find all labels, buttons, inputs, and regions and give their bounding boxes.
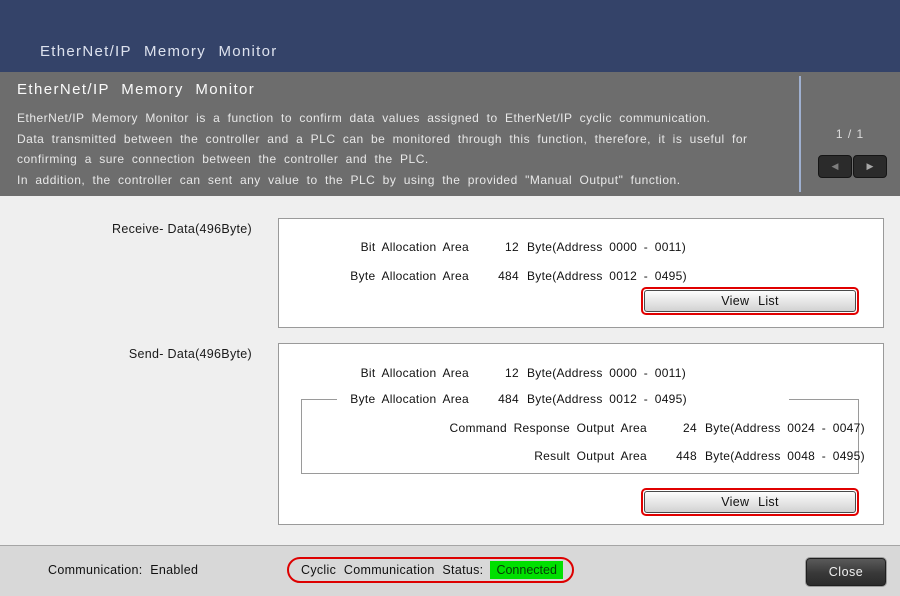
page-indicator: 1 / 1 (800, 127, 900, 141)
area-name: Byte Allocation Area (279, 392, 469, 406)
area-range: Byte(Address 0000 - 0011) (527, 366, 686, 380)
area-range: Byte(Address 0000 - 0011) (527, 240, 686, 254)
area-size: 24 (655, 421, 697, 435)
cyclic-status-label: Cyclic Communication Status: (301, 563, 483, 577)
send-data-box: Bit Allocation Area 12 Byte(Address 0000… (278, 343, 884, 525)
chevron-left-icon: ◀ (832, 161, 839, 172)
page-next-button[interactable]: ▶ (853, 155, 887, 178)
main-area: Receive- Data(496Byte) Bit Allocation Ar… (0, 196, 900, 545)
cyclic-status-badge: Connected (490, 561, 562, 579)
page-prev-button[interactable]: ◀ (818, 155, 852, 178)
area-name: Bit Allocation Area (279, 366, 469, 380)
footer-bar: Communication: Enabled Cyclic Communicat… (0, 545, 900, 596)
area-size: 484 (477, 269, 519, 283)
send-view-list-highlight: View List (641, 488, 859, 516)
area-range: Byte(Address 0048 - 0495) (705, 449, 865, 463)
area-name: Byte Allocation Area (279, 269, 469, 283)
area-name: Result Output Area (279, 449, 647, 463)
area-range: Byte(Address 0012 - 0495) (527, 269, 687, 283)
area-size: 448 (655, 449, 697, 463)
area-name: Bit Allocation Area (279, 240, 469, 254)
area-size: 12 (477, 366, 519, 380)
window-title: EtherNet/IP Memory Monitor (40, 43, 278, 60)
receive-view-list-button[interactable]: View List (644, 290, 856, 312)
ethernet-ip-memory-monitor-dialog: EtherNet/IP Memory Monitor EtherNet/IP M… (0, 0, 900, 596)
description-line: In addition, the controller can sent any… (17, 170, 792, 191)
area-name: Command Response Output Area (279, 421, 647, 435)
receive-data-box: Bit Allocation Area 12 Byte(Address 0000… (278, 218, 884, 328)
chevron-right-icon: ▶ (867, 161, 874, 172)
send-view-list-button[interactable]: View List (644, 491, 856, 513)
area-size: 484 (477, 392, 519, 406)
description-line: EtherNet/IP Memory Monitor is a function… (17, 108, 792, 129)
area-size: 12 (477, 240, 519, 254)
area-range: Byte(Address 0024 - 0047) (705, 421, 865, 435)
title-bar: EtherNet/IP Memory Monitor (0, 0, 900, 72)
area-range: Byte(Address 0012 - 0495) (527, 392, 687, 406)
description-heading: EtherNet/IP Memory Monitor (17, 81, 255, 98)
pager: 1 / 1 ◀ ▶ (800, 72, 900, 196)
receive-data-label: Receive- Data(496Byte) (52, 222, 252, 236)
description-line: confirming a sure connection between the… (17, 149, 792, 170)
description-line: Data transmitted between the controller … (17, 129, 792, 150)
description-panel: EtherNet/IP Memory Monitor EtherNet/IP M… (0, 72, 900, 196)
byte-allocation-group-border-segment (789, 399, 859, 400)
cyclic-status-highlight: Cyclic Communication Status: Connected (287, 557, 574, 583)
send-data-label: Send- Data(496Byte) (52, 347, 252, 361)
description-text: EtherNet/IP Memory Monitor is a function… (17, 108, 792, 190)
communication-status: Communication: Enabled (48, 563, 198, 577)
receive-view-list-highlight: View List (641, 287, 859, 315)
close-button[interactable]: Close (806, 558, 886, 586)
